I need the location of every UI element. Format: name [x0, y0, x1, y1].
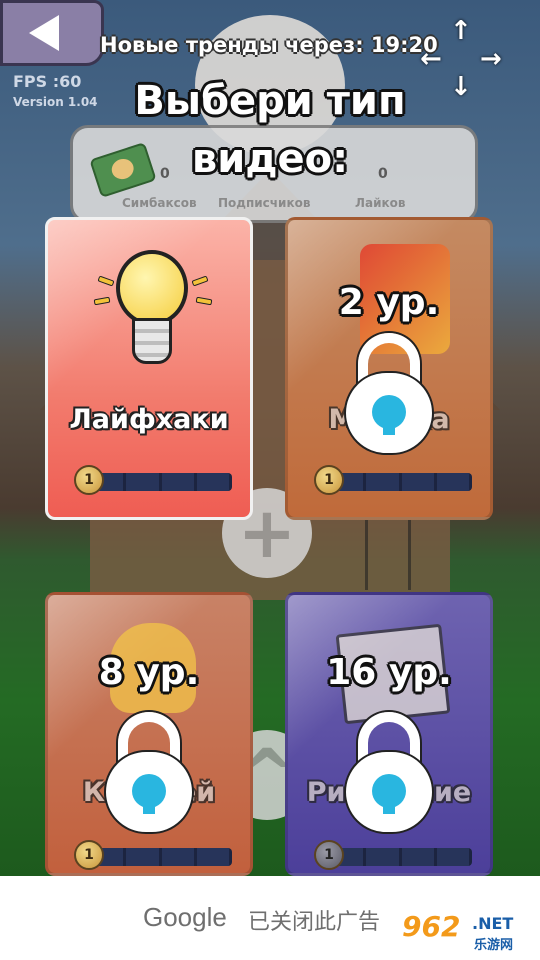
- card-progress-bar: 1: [74, 465, 232, 495]
- card-progress-bar: 1: [314, 465, 472, 495]
- page-title-line1: Выбери тип: [134, 78, 406, 124]
- required-level-label: 2 ур.: [338, 282, 440, 323]
- level-coin: 1: [314, 840, 344, 870]
- page-title-line2: видео:: [191, 136, 349, 182]
- card-name: Лайфхаки: [69, 404, 229, 435]
- lock-icon: [344, 333, 434, 455]
- back-arrow-icon: [29, 15, 59, 51]
- lock-icon: [344, 712, 434, 834]
- level-coin: 1: [74, 465, 104, 495]
- video-type-card-lifehacks[interactable]: Лайфхаки 1: [45, 217, 253, 520]
- arrow-right-icon: →: [480, 44, 502, 74]
- google-logo: Google: [143, 902, 227, 932]
- card-progress-bar: 1: [74, 840, 232, 870]
- lightbulb-icon: [112, 250, 192, 368]
- site-watermark: 962 .NET 乐游网: [402, 910, 514, 953]
- trends-timer: Новые тренды через: 19:20: [100, 33, 438, 57]
- simbucks-label: Симбаксов: [122, 196, 197, 210]
- likes-label: Лайков: [355, 196, 406, 210]
- arrow-up-icon: ↑: [450, 16, 472, 46]
- arrow-left-icon: ←: [420, 44, 442, 74]
- fps-counter: FPS :60: [13, 72, 82, 91]
- back-button[interactable]: [0, 0, 104, 66]
- level-coin: 1: [314, 465, 344, 495]
- ad-closed-text: 已关闭此广告: [248, 910, 381, 935]
- tripod-icon: [365, 520, 411, 590]
- required-level-label: 16 ур.: [326, 652, 452, 693]
- subscribers-label: Подписчиков: [218, 196, 311, 210]
- card-progress-bar: 1: [314, 840, 472, 870]
- required-level-label: 8 ур.: [98, 652, 200, 693]
- lock-icon: [104, 712, 194, 834]
- level-coin: 1: [74, 840, 104, 870]
